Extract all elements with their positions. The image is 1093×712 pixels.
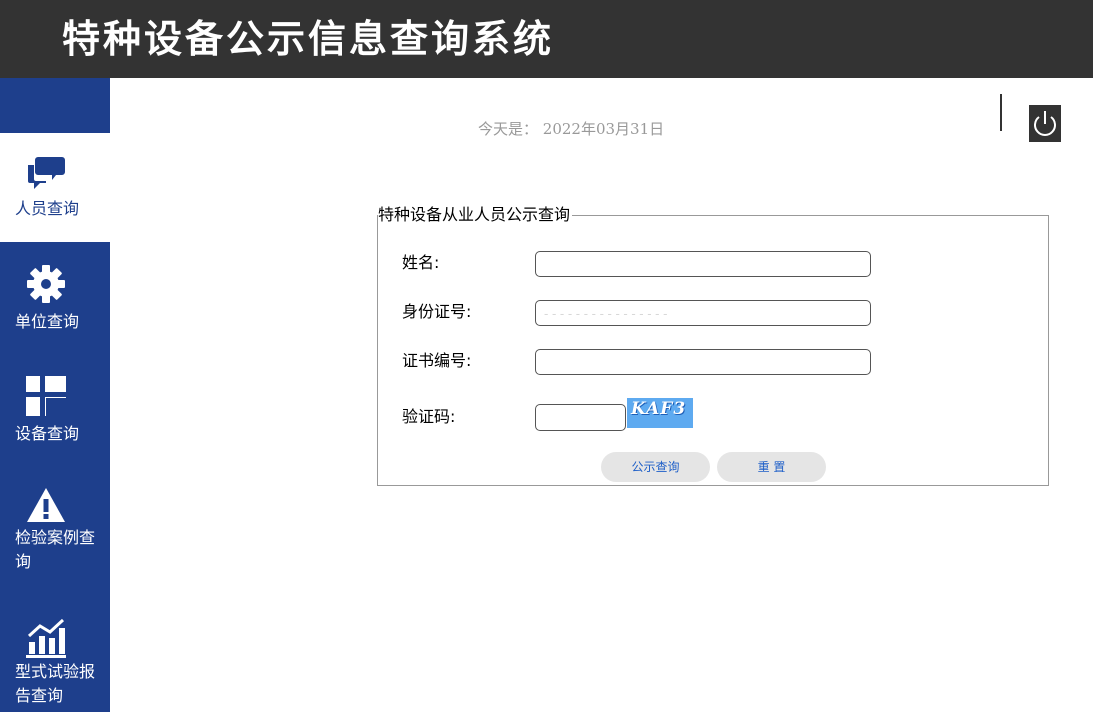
captcha-label: 验证码: (402, 407, 456, 426)
power-icon (1034, 111, 1056, 136)
sidebar-item-label: 单位查询 (15, 312, 80, 331)
captcha-code: KAF3 (631, 399, 687, 419)
sidebar-item-person-search[interactable]: 人员查询 (0, 133, 110, 242)
reset-button[interactable]: 重 置 (717, 452, 826, 482)
id-number-input[interactable] (535, 300, 871, 326)
certificate-number-input[interactable] (535, 349, 871, 375)
gear-icon (27, 265, 65, 303)
sidebar-top-bar (0, 78, 110, 133)
id-number-label: 身份证号: (402, 302, 472, 321)
captcha-input[interactable] (535, 404, 626, 431)
chat-bubbles-icon (28, 157, 65, 189)
header-divider (1000, 94, 1002, 131)
warning-triangle-icon (27, 488, 65, 522)
date-prefix: 今天是： (478, 120, 539, 138)
bar-chart-icon (26, 618, 66, 658)
captcha-image[interactable]: KAF3 (627, 398, 693, 428)
logout-button[interactable] (1029, 105, 1061, 142)
sidebar: 人员查询 单位查询 设备查询 检验案例查询 型式试验报告查询 (0, 78, 110, 712)
name-label: 姓名: (402, 253, 440, 272)
name-input[interactable] (535, 251, 871, 277)
app-title: 特种设备公示信息查询系统 (62, 17, 555, 61)
sidebar-item-equipment-search[interactable]: 设备查询 (0, 352, 110, 462)
sidebar-item-label: 设备查询 (15, 424, 80, 443)
sidebar-item-label: 型式试验报告查询 (15, 662, 96, 705)
sidebar-item-unit-search[interactable]: 单位查询 (0, 242, 110, 352)
search-button[interactable]: 公示查询 (601, 452, 710, 482)
cross-grid-icon (26, 376, 66, 416)
today-date: 今天是： 2022年03月31日 (478, 118, 664, 139)
date-value: 2022年03月31日 (542, 120, 665, 138)
form-legend: 特种设备从业人员公示查询 (378, 205, 573, 225)
sidebar-item-label: 人员查询 (15, 199, 80, 218)
certificate-number-label: 证书编号: (402, 351, 472, 370)
sidebar-item-type-test-report-search[interactable]: 型式试验报告查询 (0, 590, 110, 712)
sidebar-item-inspection-case-search[interactable]: 检验案例查询 (0, 462, 110, 590)
sidebar-item-label: 检验案例查询 (15, 528, 96, 571)
app-header: 特种设备公示信息查询系统 (0, 0, 1093, 78)
